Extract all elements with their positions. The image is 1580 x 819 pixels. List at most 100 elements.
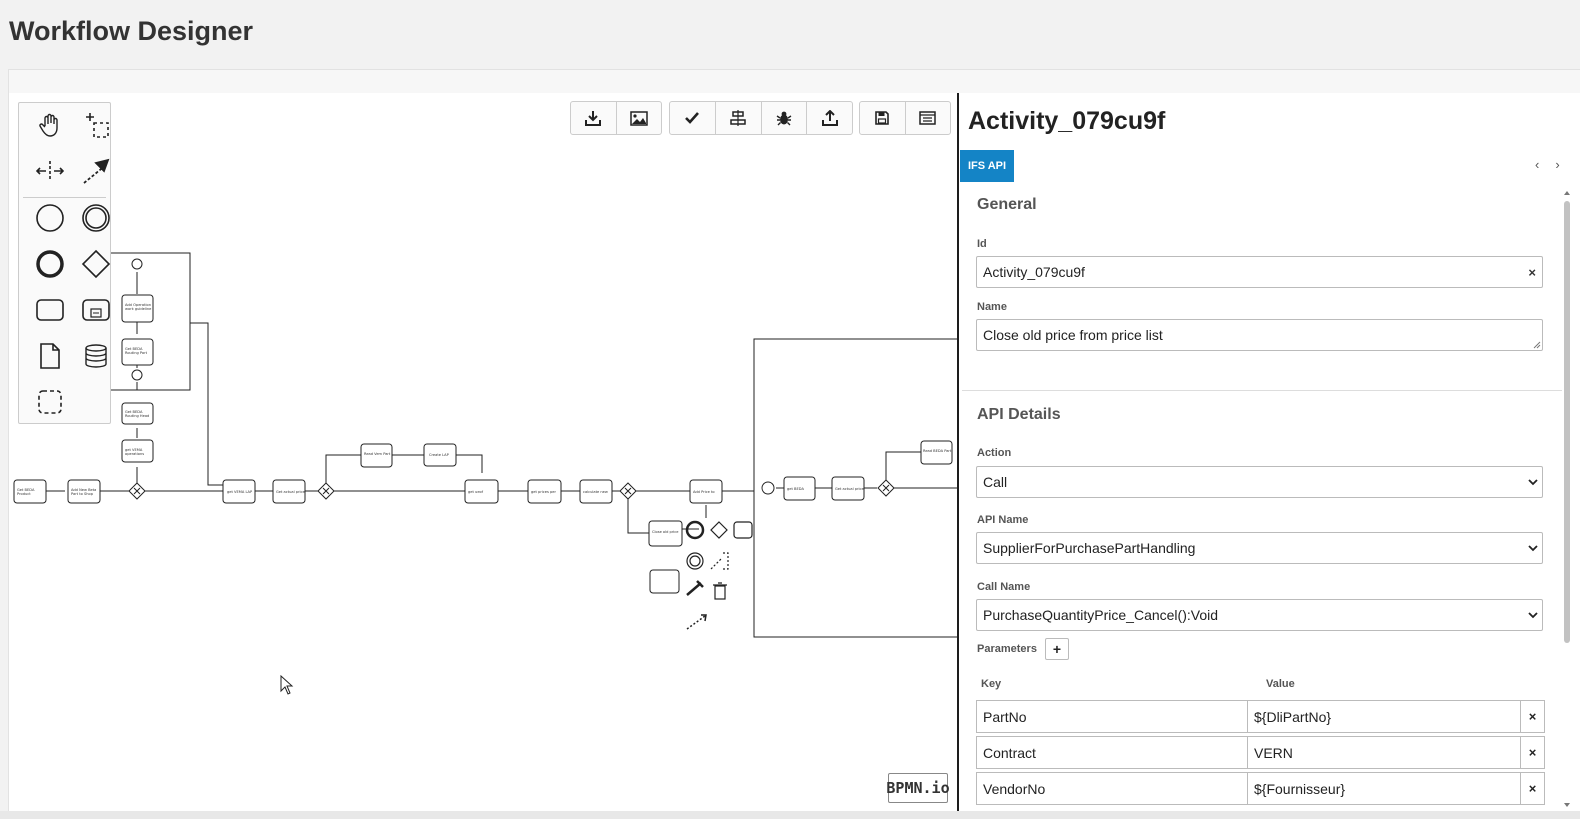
chevron-right-icon[interactable]: › — [1555, 157, 1559, 172]
tools-toolbar — [669, 101, 853, 135]
svg-text:Get actual price: Get actual price — [835, 487, 864, 491]
action-select[interactable]: Call — [976, 466, 1543, 498]
check-icon — [685, 112, 700, 124]
download-icon — [585, 111, 602, 126]
gateway-tool-button[interactable] — [76, 244, 116, 284]
diagram-canvas[interactable]: Get BEDA Product Add New Beta Part to Shop… — [8, 93, 959, 811]
svg-text:Part to Shop: Part to Shop — [71, 492, 94, 496]
chevron-down-icon — [1528, 479, 1538, 486]
connect-icon — [83, 158, 110, 184]
tab-scroll-arrows: ‹ › — [1535, 157, 1576, 172]
resize-handle-icon[interactable] — [1533, 341, 1541, 349]
data-object-tool-button[interactable] — [30, 336, 70, 376]
svg-text:Read Vem Part: Read Vem Part — [364, 452, 391, 456]
align-icon — [730, 110, 746, 126]
call-name-label: Call Name — [977, 581, 1031, 593]
parameter-value-input[interactable]: ${Fournisseur} — [1247, 772, 1521, 805]
download-button[interactable] — [571, 102, 617, 134]
remove-parameter-icon[interactable]: × — [1520, 772, 1545, 805]
bpmn-diagram[interactable]: Get BEDAProduct Add New BetaPart to Shop… — [9, 93, 959, 811]
subprocess-icon — [82, 299, 110, 321]
svg-text:calculate new: calculate new — [583, 490, 608, 494]
parameter-value-input[interactable]: VERN — [1247, 736, 1521, 769]
svg-text:work guideline: work guideline — [125, 307, 152, 311]
chevron-down-icon — [1528, 612, 1538, 619]
section-divider — [962, 390, 1562, 391]
page-title: Workflow Designer — [9, 16, 254, 46]
clear-icon[interactable]: × — [1528, 265, 1536, 280]
svg-text:Read BEDA Part: Read BEDA Part — [923, 449, 952, 453]
chevron-left-icon[interactable]: ‹ — [1535, 157, 1539, 172]
svg-text:Get actual price: Get actual price — [276, 490, 305, 494]
svg-text:get VEMA LAP: get VEMA LAP — [227, 490, 253, 494]
action-value: Call — [983, 474, 1008, 490]
panel-title: Activity_079cu9f — [968, 107, 1166, 135]
properties-panel: Activity_079cu9f IFS API ‹ › General Id A… — [957, 93, 1580, 811]
rounded-rect-icon — [36, 299, 64, 321]
save-button[interactable] — [860, 102, 906, 134]
remove-parameter-icon[interactable]: × — [1520, 736, 1545, 769]
svg-text:Routing Head: Routing Head — [125, 414, 149, 418]
parameter-value-input[interactable]: ${DliPartNo} — [1247, 700, 1521, 733]
database-icon — [85, 344, 107, 368]
api-name-value: SupplierForPurchasePartHandling — [983, 540, 1196, 556]
call-name-select[interactable]: PurchaseQuantityPrice_Cancel():Void — [976, 599, 1543, 631]
remove-parameter-icon[interactable]: × — [1520, 700, 1545, 733]
export-toolbar — [570, 101, 662, 135]
lasso-tool-button[interactable] — [76, 105, 116, 145]
document-icon — [40, 343, 60, 369]
validate-button[interactable] — [670, 102, 716, 134]
intermediate-event-tool-button[interactable] — [76, 198, 116, 238]
align-button[interactable] — [716, 102, 762, 134]
floppy-icon — [875, 111, 890, 125]
name-textarea[interactable]: Close old price from price list — [976, 319, 1543, 351]
svg-text:get BEDA: get BEDA — [787, 487, 804, 491]
lasso-icon — [86, 113, 109, 138]
scrollbar-thumb[interactable] — [1564, 201, 1570, 643]
space-tool-button[interactable] — [30, 151, 70, 191]
image-icon — [630, 110, 648, 126]
parameter-key-input[interactable]: VendorNo — [976, 772, 1248, 805]
panel-icon — [919, 111, 936, 125]
tab-ifs-api[interactable]: IFS API — [960, 150, 1014, 182]
id-label: Id — [977, 238, 987, 250]
group-tool-button[interactable] — [30, 382, 70, 422]
properties-toggle-button[interactable] — [906, 102, 951, 134]
upload-icon — [821, 110, 838, 126]
file-toolbar — [859, 101, 951, 135]
api-name-select[interactable]: SupplierForPurchasePartHandling — [976, 532, 1543, 564]
parameters-label: Parameters — [977, 643, 1037, 655]
subprocess-tool-button[interactable] — [76, 290, 116, 330]
deploy-button[interactable] — [807, 102, 852, 134]
debug-button[interactable] — [762, 102, 808, 134]
parameter-row: PartNo ${DliPartNo} × — [976, 700, 1545, 733]
svg-text:Routing Part: Routing Part — [125, 351, 148, 355]
svg-text:Create LAP: Create LAP — [429, 453, 450, 457]
api-name-label: API Name — [977, 514, 1029, 526]
hand-tool-button[interactable] — [30, 105, 70, 145]
bpmn-io-logo[interactable]: BPMN.io — [886, 773, 950, 803]
mouse-cursor-icon — [280, 675, 294, 695]
space-icon — [36, 161, 64, 181]
key-column-header: Key — [981, 678, 1002, 690]
id-input[interactable]: Activity_079cu9f × — [976, 256, 1543, 288]
action-label: Action — [977, 447, 1012, 459]
dashed-rect-icon — [38, 390, 62, 414]
bold-circle-icon — [36, 250, 64, 278]
export-image-button[interactable] — [617, 102, 662, 134]
tool-palette — [18, 102, 111, 424]
parameter-key-input[interactable]: Contract — [976, 736, 1248, 769]
api-details-section-heading[interactable]: API Details — [977, 406, 1061, 424]
general-section-heading[interactable]: General — [977, 196, 1037, 214]
task-tool-button[interactable] — [30, 290, 70, 330]
circle-icon — [36, 204, 64, 232]
start-event-tool-button[interactable] — [30, 198, 70, 238]
end-event-tool-button[interactable] — [30, 244, 70, 284]
add-parameter-button[interactable]: + — [1045, 638, 1069, 660]
double-circle-icon — [82, 204, 110, 232]
data-store-tool-button[interactable] — [76, 336, 116, 376]
parameter-key-input[interactable]: PartNo — [976, 700, 1248, 733]
hand-icon — [39, 113, 58, 137]
svg-text:get prices per: get prices per — [531, 490, 556, 494]
global-connect-tool-button[interactable] — [76, 151, 116, 191]
